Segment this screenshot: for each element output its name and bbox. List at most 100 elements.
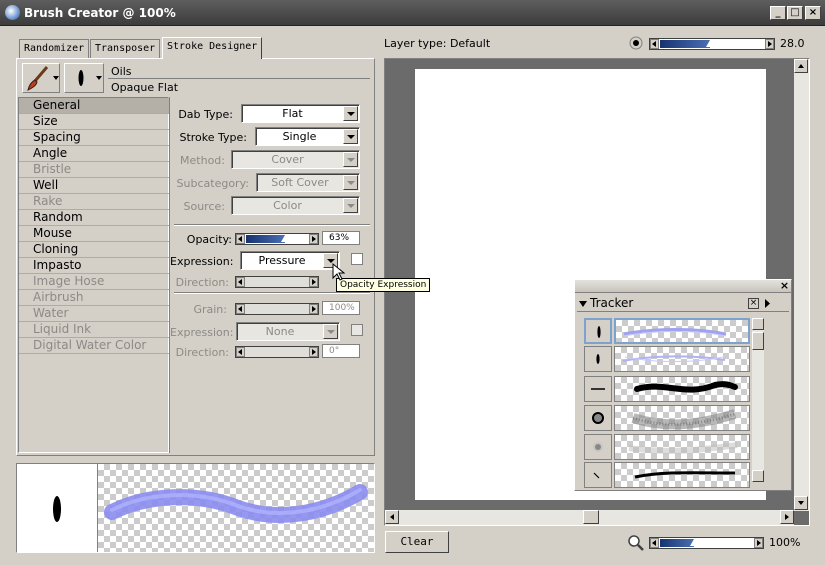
grain-label: Grain:	[193, 303, 227, 316]
nav-item-rake[interactable]: Rake	[19, 194, 169, 210]
nav-item-size[interactable]: Size	[19, 114, 169, 130]
tracker-stroke-row[interactable]	[584, 376, 752, 402]
chevron-down-icon[interactable]	[343, 129, 358, 144]
scroll-left-button[interactable]	[385, 510, 399, 524]
chevron-down-icon[interactable]	[52, 72, 60, 82]
subcategory-select[interactable]: Soft Cover	[256, 173, 360, 192]
grain-direction-value[interactable]: 0°	[322, 344, 360, 358]
maximize-button[interactable]: □	[787, 6, 803, 20]
nav-item-digital-water-color[interactable]: Digital Water Color	[19, 338, 169, 354]
nav-item-water[interactable]: Water	[19, 306, 169, 322]
grain-direction-slider[interactable]	[235, 346, 319, 358]
canvas-vertical-scrollbar[interactable]	[794, 59, 809, 511]
nav-item-well[interactable]: Well	[19, 178, 169, 194]
minimize-button[interactable]: _	[770, 6, 786, 20]
tracker-stroke-row[interactable]	[584, 434, 752, 460]
tracker-stroke-row[interactable]	[584, 346, 752, 372]
tooltip: Opacity Expression	[336, 278, 431, 292]
method-label: Method:	[180, 154, 225, 167]
nav-item-image-hose[interactable]: Image Hose	[19, 274, 169, 290]
tracker-stroke-row[interactable]	[584, 405, 752, 431]
brush-category-name: Oils	[111, 65, 132, 78]
opacity-label: Opacity:	[186, 233, 232, 246]
stroke-type-select[interactable]: Single	[255, 127, 360, 146]
collapse-triangle-icon[interactable]	[578, 299, 588, 309]
dab-preview	[53, 496, 61, 522]
brush-size-slider[interactable]	[649, 38, 775, 50]
brush-dab-icon	[584, 376, 612, 402]
nav-item-airbrush[interactable]: Airbrush	[19, 290, 169, 306]
tracker-stroke-row[interactable]	[584, 318, 752, 344]
scroll-down-button[interactable]	[752, 470, 764, 482]
grain-expression-select[interactable]: None	[236, 322, 340, 341]
opacity-invert-checkbox[interactable]	[351, 253, 363, 265]
tab-stroke-designer[interactable]: Stroke Designer	[162, 37, 263, 59]
dab-shape-icon	[78, 70, 84, 86]
dab-type-label: Dab Type:	[178, 108, 233, 121]
brush-dab-icon	[584, 462, 612, 488]
scroll-up-button[interactable]	[752, 318, 764, 330]
nav-item-liquid-ink[interactable]: Liquid Ink	[19, 322, 169, 338]
tracker-stroke-row[interactable]	[584, 462, 752, 488]
chevron-down-icon[interactable]	[95, 72, 103, 82]
divider	[169, 97, 170, 453]
grain-value[interactable]: 100%	[322, 301, 360, 315]
divider	[174, 224, 370, 226]
opacity-slider[interactable]	[235, 233, 319, 245]
dab-type-select[interactable]: Flat	[241, 104, 360, 123]
scroll-thumb[interactable]	[583, 510, 599, 524]
nav-item-spacing[interactable]: Spacing	[19, 130, 169, 146]
grain-expression-label: Expression:	[170, 326, 234, 339]
brush-size-value: 28.0	[780, 37, 805, 50]
close-button[interactable]: ×	[805, 6, 821, 20]
chevron-down-icon[interactable]	[343, 152, 358, 167]
mouse-cursor-icon	[332, 262, 345, 281]
opacity-value[interactable]: 63%	[322, 231, 360, 245]
brush-variant-name: Opaque Flat	[111, 81, 179, 94]
chevron-down-icon[interactable]	[343, 175, 358, 190]
grain-direction-label: Direction:	[175, 346, 229, 359]
canvas-horizontal-scrollbar[interactable]	[385, 510, 794, 525]
brush-dab-icon	[584, 434, 612, 460]
scroll-down-button[interactable]	[794, 496, 808, 510]
tracker-title: Tracker	[590, 296, 634, 310]
stroke-type-label: Stroke Type:	[179, 131, 247, 144]
tracker-drag-bar[interactable]: ×	[575, 280, 791, 293]
chevron-down-icon[interactable]	[343, 106, 358, 121]
opacity-expression-select[interactable]: Pressure	[240, 251, 340, 270]
tab-randomizer[interactable]: Randomizer	[19, 39, 90, 58]
close-icon[interactable]: ×	[748, 298, 759, 309]
grain-invert-checkbox[interactable]	[351, 324, 363, 336]
close-icon[interactable]: ×	[779, 280, 790, 292]
scroll-right-button[interactable]	[780, 510, 794, 524]
scroll-thumb[interactable]	[752, 332, 764, 350]
nav-item-angle[interactable]: Angle	[19, 146, 169, 162]
zoom-value: 100%	[769, 536, 801, 549]
tracker-stroke-preview	[614, 346, 750, 372]
tracker-stroke-preview	[614, 405, 750, 431]
nav-item-mouse[interactable]: Mouse	[19, 226, 169, 242]
opacity-direction-slider[interactable]	[235, 276, 319, 288]
tracker-scrollbar[interactable]	[752, 318, 764, 482]
method-select[interactable]: Cover	[231, 150, 360, 169]
chevron-down-icon[interactable]	[323, 324, 338, 339]
nav-item-cloning[interactable]: Cloning	[19, 242, 169, 258]
window-title: Brush Creator @ 100%	[24, 6, 176, 20]
chevron-down-icon[interactable]	[343, 198, 358, 213]
nav-item-bristle[interactable]: Bristle	[19, 162, 169, 178]
nav-item-impasto[interactable]: Impasto	[19, 258, 169, 274]
zoom-slider[interactable]	[649, 537, 764, 549]
nav-item-random[interactable]: Random	[19, 210, 169, 226]
grain-slider[interactable]	[235, 303, 319, 315]
palette-menu-icon[interactable]	[763, 298, 771, 309]
opacity-direction-label: Direction:	[175, 276, 229, 289]
divider	[577, 311, 789, 312]
source-select[interactable]: Color	[231, 196, 360, 215]
clear-button[interactable]: Clear	[385, 531, 449, 553]
brush-dab-icon	[584, 318, 612, 344]
nav-item-general[interactable]: General	[19, 98, 169, 114]
scroll-up-button[interactable]	[794, 59, 808, 73]
title-bar[interactable]: Brush Creator @ 100% _ □ ×	[0, 0, 825, 26]
divider	[174, 292, 370, 294]
tab-transposer[interactable]: Transposer	[90, 39, 161, 58]
